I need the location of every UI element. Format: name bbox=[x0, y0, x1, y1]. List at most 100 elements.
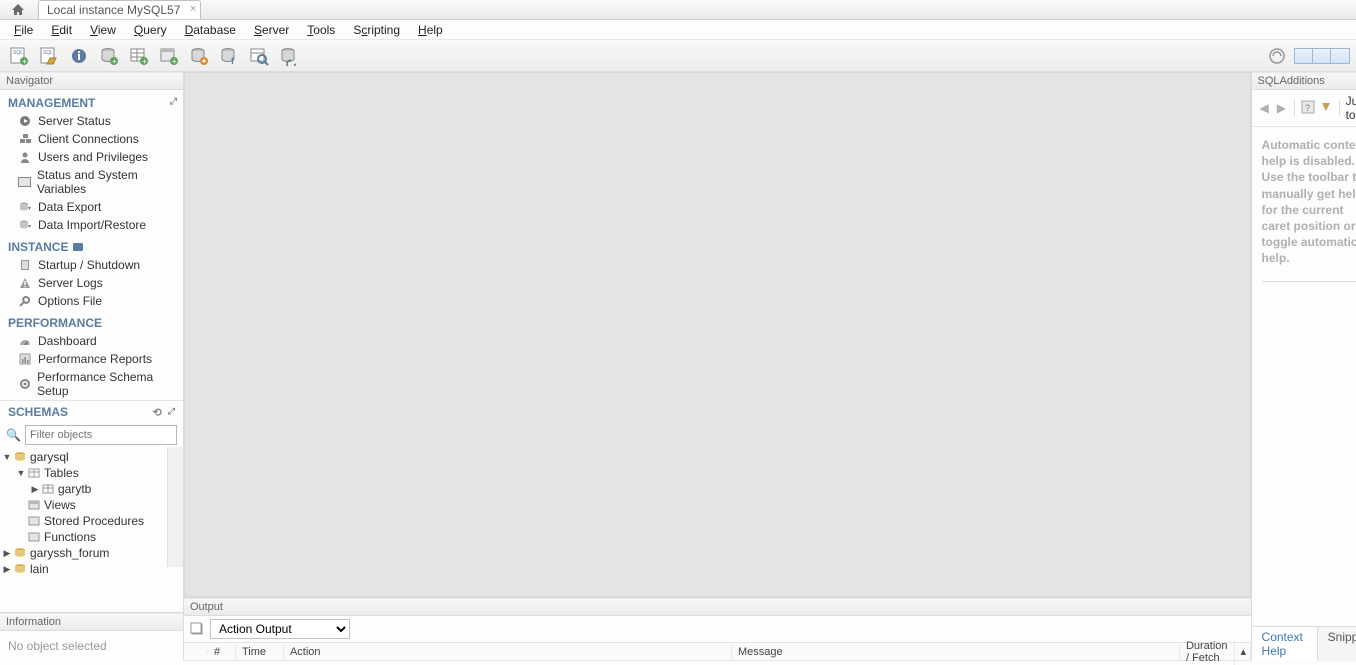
help-divider bbox=[1262, 281, 1356, 282]
tree-sp[interactable]: Stored Procedures bbox=[44, 514, 144, 528]
tab-context-help[interactable]: Context Help bbox=[1252, 627, 1318, 661]
help-toggle-icon[interactable]: ? bbox=[1301, 100, 1315, 116]
output-panel: Output Action Output # Time Action Messa… bbox=[184, 597, 1251, 661]
instance-icon bbox=[72, 241, 84, 253]
schemas-heading: SCHEMAS ⟲ ⤢ bbox=[0, 400, 183, 423]
nav-data-export[interactable]: Data Export bbox=[0, 198, 183, 216]
panel-toggle[interactable] bbox=[1294, 48, 1350, 64]
tree-table-garytb[interactable]: garytb bbox=[58, 482, 91, 496]
menu-database[interactable]: Database bbox=[177, 22, 244, 38]
col-message[interactable]: Message bbox=[732, 645, 1180, 659]
expand-icon[interactable]: ⤢ bbox=[170, 96, 177, 107]
create-table-icon[interactable]: + bbox=[128, 45, 150, 67]
nav-client-connections[interactable]: Client Connections bbox=[0, 130, 183, 148]
schema-filter-input[interactable] bbox=[25, 425, 177, 445]
svg-text:SQL: SQL bbox=[13, 50, 23, 56]
new-sql-tab-icon[interactable]: SQL+ bbox=[8, 45, 30, 67]
output-title: Output bbox=[184, 598, 1251, 616]
management-heading: MANAGEMENT ⤢ bbox=[0, 90, 183, 112]
home-icon bbox=[11, 3, 25, 16]
reconnect-icon[interactable] bbox=[278, 45, 300, 67]
nav-back-icon[interactable]: ◀ bbox=[1258, 101, 1271, 115]
expand-schemas-icon[interactable]: ⤢ bbox=[168, 406, 175, 419]
menu-scripting[interactable]: Scripting bbox=[345, 22, 408, 38]
warning-icon bbox=[18, 276, 32, 290]
svg-text:+: + bbox=[112, 57, 117, 66]
tree-db-garyssh[interactable]: garyssh_forum bbox=[30, 546, 109, 560]
instance-heading: INSTANCE bbox=[0, 234, 183, 256]
connection-tab[interactable]: Local instance MySQL57 × bbox=[38, 0, 201, 19]
updates-icon[interactable] bbox=[1266, 45, 1288, 67]
menu-server[interactable]: Server bbox=[246, 22, 297, 38]
tab-snippets[interactable]: Snippets bbox=[1318, 627, 1356, 661]
help-caret-icon[interactable] bbox=[1319, 100, 1333, 116]
connection-tabbar: Local instance MySQL57 × bbox=[0, 0, 1356, 20]
inspector-icon[interactable] bbox=[68, 45, 90, 67]
nav-perf-schema[interactable]: Performance Schema Setup bbox=[0, 368, 183, 400]
power-icon bbox=[18, 258, 32, 272]
sql-editor-area[interactable] bbox=[184, 72, 1251, 597]
sqladd-title: SQLAdditions bbox=[1252, 72, 1356, 90]
output-type-select[interactable]: Action Output bbox=[210, 619, 350, 639]
gear-icon bbox=[18, 377, 31, 391]
create-view-icon[interactable]: + bbox=[158, 45, 180, 67]
svg-text:SQL: SQL bbox=[43, 50, 53, 56]
tree-fn[interactable]: Functions bbox=[44, 530, 96, 544]
schema-tree[interactable]: ▼garysql ▼Tables ▶garytb Views Stored Pr… bbox=[0, 447, 183, 579]
nav-options-file[interactable]: Options File bbox=[0, 292, 183, 310]
col-action[interactable]: Action bbox=[284, 645, 732, 659]
close-icon[interactable]: × bbox=[190, 3, 196, 15]
menu-view[interactable]: View bbox=[82, 22, 124, 38]
menu-tools[interactable]: Tools bbox=[299, 22, 343, 38]
refresh-icon[interactable]: ⟲ bbox=[153, 406, 162, 419]
svg-text:+: + bbox=[142, 57, 147, 66]
nav-startup[interactable]: Startup / Shutdown bbox=[0, 256, 183, 274]
export-icon bbox=[18, 200, 32, 214]
tree-tables[interactable]: Tables bbox=[44, 466, 79, 480]
output-grid-header: # Time Action Message Duration / Fetch ▴ bbox=[184, 643, 1251, 661]
nav-users[interactable]: Users and Privileges bbox=[0, 148, 183, 166]
report-icon bbox=[18, 352, 32, 366]
nav-data-import[interactable]: Data Import/Restore bbox=[0, 216, 183, 234]
tree-db-garysql[interactable]: garysql bbox=[30, 450, 69, 464]
output-scroll-up[interactable]: ▴ bbox=[1235, 644, 1251, 659]
output-clear-icon[interactable] bbox=[190, 622, 204, 636]
play-icon bbox=[18, 114, 32, 128]
search-icon: 🔍 bbox=[6, 428, 21, 442]
nav-perf-reports[interactable]: Performance Reports bbox=[0, 350, 183, 368]
connection-tab-label: Local instance MySQL57 bbox=[47, 3, 180, 17]
home-tab[interactable] bbox=[4, 0, 32, 19]
svg-text:?: ? bbox=[1305, 103, 1310, 113]
menu-query[interactable]: Query bbox=[126, 22, 175, 38]
wrench-icon bbox=[18, 294, 32, 308]
svg-text:+: + bbox=[172, 57, 177, 66]
performance-heading: PERFORMANCE bbox=[0, 310, 183, 332]
tree-views[interactable]: Views bbox=[44, 498, 76, 512]
information-title: Information bbox=[0, 613, 183, 631]
information-panel: Information No object selected bbox=[0, 612, 183, 661]
open-sql-icon[interactable]: SQL bbox=[38, 45, 60, 67]
import-icon bbox=[18, 218, 32, 232]
main-area: Navigator MANAGEMENT ⤢ Server Status Cli… bbox=[0, 72, 1356, 661]
create-func-icon[interactable]: f bbox=[218, 45, 240, 67]
nav-server-status[interactable]: Server Status bbox=[0, 112, 183, 130]
menu-file[interactable]: File bbox=[6, 22, 41, 38]
col-time[interactable]: Time bbox=[236, 645, 284, 659]
nav-server-logs[interactable]: Server Logs bbox=[0, 274, 183, 292]
main-toolbar: SQL+ SQL + + + f bbox=[0, 40, 1356, 72]
jump-to-label[interactable]: Jump to bbox=[1346, 94, 1356, 122]
nav-status-vars[interactable]: Status and System Variables bbox=[0, 166, 183, 198]
create-sp-icon[interactable] bbox=[188, 45, 210, 67]
nav-fwd-icon[interactable]: ▶ bbox=[1275, 101, 1288, 115]
tree-db-lain[interactable]: lain bbox=[30, 562, 49, 576]
help-text: Automatic context help is disabled. Use … bbox=[1252, 127, 1356, 277]
create-schema-icon[interactable]: + bbox=[98, 45, 120, 67]
col-num[interactable]: # bbox=[208, 645, 236, 659]
center-column: Output Action Output # Time Action Messa… bbox=[184, 72, 1251, 661]
menu-edit[interactable]: Edit bbox=[43, 22, 80, 38]
nav-dashboard[interactable]: Dashboard bbox=[0, 332, 183, 350]
search-table-icon[interactable] bbox=[248, 45, 270, 67]
menu-help[interactable]: Help bbox=[410, 22, 451, 38]
tree-scrollbar[interactable] bbox=[167, 447, 183, 567]
gauge-icon bbox=[18, 334, 32, 348]
